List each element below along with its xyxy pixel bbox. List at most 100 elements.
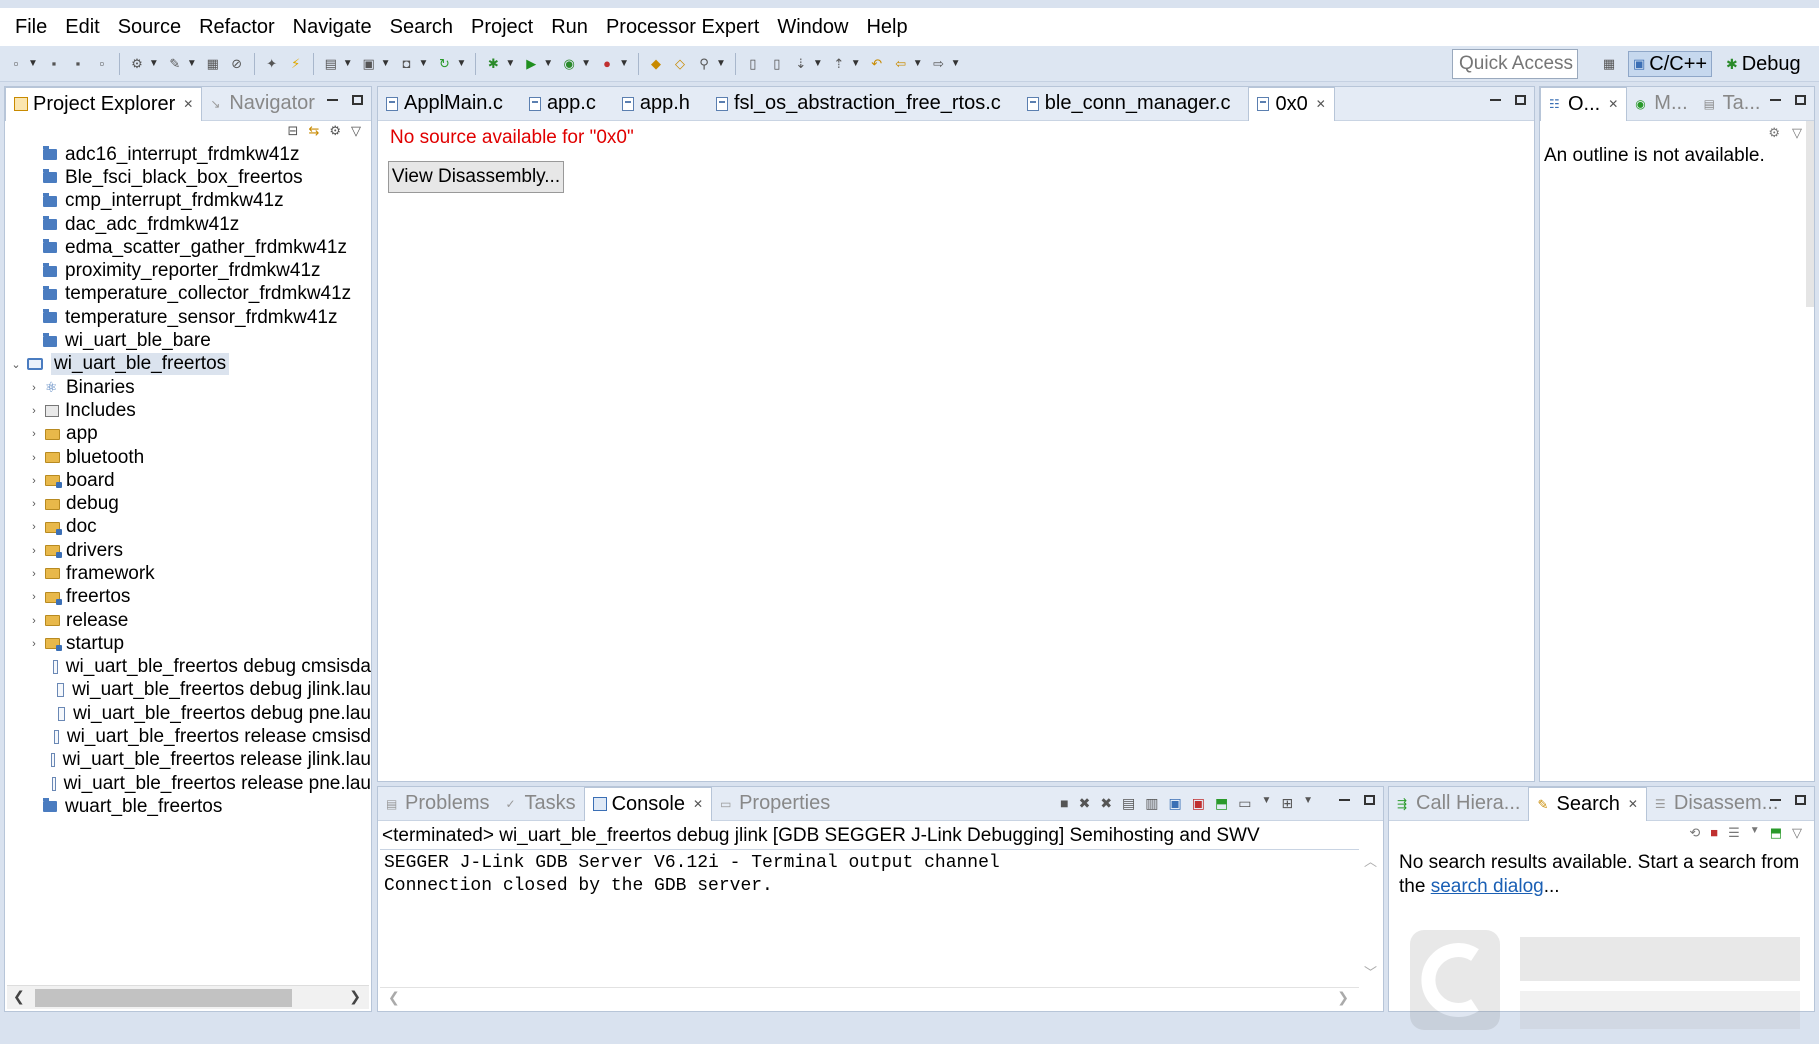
skip-breakpoints-icon[interactable]: ⊘ <box>228 55 246 73</box>
prev-annotation-dropdown-icon[interactable]: ▼ <box>851 58 861 69</box>
tab-make-targets[interactable]: ◉ M... <box>1627 87 1695 121</box>
tab-call-hierarchy[interactable]: ⇶ Call Hiera... <box>1389 787 1528 821</box>
minimize-icon[interactable] <box>327 99 338 102</box>
external-tools-dropdown-icon[interactable]: ▼ <box>619 58 629 69</box>
outline-vscroll[interactable] <box>1806 121 1814 307</box>
maximize-icon[interactable] <box>1795 795 1806 805</box>
search-dialog-link[interactable]: search dialog <box>1431 876 1544 897</box>
new-project-icon[interactable]: ▤ <box>322 55 340 73</box>
maximize-icon[interactable] <box>1515 95 1526 105</box>
refresh-icon[interactable]: ↻ <box>435 55 453 73</box>
tree-project[interactable]: temperature_sensor_frdmkw41z <box>5 306 371 329</box>
cancel-search-icon[interactable]: ■ <box>1710 825 1718 841</box>
tree-file[interactable]: wi_uart_ble_freertos release cmsisd <box>5 725 371 748</box>
chevron-right-icon[interactable]: › <box>27 382 41 394</box>
menu-search[interactable]: Search <box>381 16 462 39</box>
tab-console[interactable]: Console ✕ <box>583 786 713 821</box>
editor-tab-app-c[interactable]: app.c <box>521 87 604 121</box>
editor-tab-app-h[interactable]: app.h <box>614 87 698 121</box>
scroll-up-icon[interactable]: ︿ <box>1364 851 1377 870</box>
run-icon[interactable]: ▶ <box>522 55 540 73</box>
chevron-down-icon[interactable]: ⌄ <box>9 358 23 371</box>
chevron-right-icon[interactable]: › <box>27 475 41 487</box>
view-menu-icon[interactable]: ▽ <box>351 123 361 139</box>
open-type-icon[interactable]: ◆ <box>647 55 665 73</box>
print-icon[interactable]: ▫ <box>93 55 111 73</box>
menu-refactor[interactable]: Refactor <box>190 16 284 39</box>
menu-window[interactable]: Window <box>768 16 857 39</box>
chevron-right-icon[interactable]: › <box>27 615 41 627</box>
view-menu-icon[interactable]: ▽ <box>1792 125 1802 141</box>
tree-project[interactable]: dac_adc_frdmkw41z <box>5 213 371 236</box>
chevron-right-icon[interactable]: › <box>27 428 41 440</box>
tree-project[interactable]: cmp_interrupt_frdmkw41z <box>5 190 371 213</box>
console-hscroll[interactable]: ❮ ❯ <box>380 987 1359 1009</box>
scroll-thumb[interactable] <box>35 989 292 1007</box>
close-icon[interactable]: ✕ <box>183 97 193 111</box>
tree-folder[interactable]: › board <box>5 469 371 492</box>
minimize-icon[interactable] <box>1339 799 1350 802</box>
block-select-icon[interactable]: ▯ <box>768 55 786 73</box>
menu-edit[interactable]: Edit <box>56 16 108 39</box>
tree-project[interactable]: adc16_interrupt_frdmkw41z <box>5 143 371 166</box>
open-console-dropdown-icon[interactable]: ▼ <box>1303 795 1313 812</box>
collapse-all-icon[interactable]: ⊟ <box>288 123 299 139</box>
menu-file[interactable]: File <box>6 16 56 39</box>
next-annotation-icon[interactable]: ⇣ <box>792 55 810 73</box>
tree-project[interactable]: wi_uart_ble_bare <box>5 329 371 352</box>
debug-icon[interactable]: ✱ <box>484 55 502 73</box>
tree-folder[interactable]: › ⚛ Binaries <box>5 376 371 399</box>
view-disassembly-button[interactable]: View Disassembly... <box>388 161 564 193</box>
maximize-icon[interactable] <box>1795 95 1806 105</box>
tree-file[interactable]: wi_uart_ble_freertos debug cmsisda <box>5 656 371 679</box>
tree-folder[interactable]: › drivers <box>5 539 371 562</box>
chevron-right-icon[interactable]: › <box>27 498 41 510</box>
tree-project[interactable]: edma_scatter_gather_frdmkw41z <box>5 236 371 259</box>
new-class-icon[interactable]: ◘ <box>398 55 416 73</box>
display-console-icon[interactable]: ▭ <box>1238 795 1251 812</box>
scroll-right-icon[interactable]: ❯ <box>349 988 361 1005</box>
show-stdout-icon[interactable]: ▣ <box>1169 795 1182 812</box>
chevron-right-icon[interactable]: › <box>27 545 41 557</box>
tree-folder[interactable]: › freertos <box>5 586 371 609</box>
refresh-icon[interactable]: ⟲ <box>1689 825 1700 841</box>
maximize-icon[interactable] <box>352 95 363 105</box>
chevron-right-icon[interactable]: › <box>27 638 41 650</box>
previous-searches-dropdown-icon[interactable]: ▼ <box>1750 825 1760 841</box>
tab-problems[interactable]: ▤ Problems <box>378 787 497 821</box>
editor-tab-ble-conn-manager-c[interactable]: ble_conn_manager.c <box>1019 87 1239 121</box>
tree-folder[interactable]: › debug <box>5 492 371 515</box>
tree-folder[interactable]: › bluetooth <box>5 446 371 469</box>
tree-project[interactable]: Ble_fsci_black_box_freertos <box>5 166 371 189</box>
tree-folder[interactable]: › framework <box>5 562 371 585</box>
save-all-icon[interactable]: ▪ <box>69 55 87 73</box>
tree-file[interactable]: wi_uart_ble_freertos debug pne.lau <box>5 702 371 725</box>
tree-project[interactable]: temperature_collector_frdmkw41z <box>5 283 371 306</box>
filter-icon[interactable]: ⚙ <box>329 123 341 139</box>
tab-search[interactable]: ✎ Search ✕ <box>1528 786 1647 821</box>
maximize-icon[interactable] <box>1364 795 1375 805</box>
tree-folder[interactable]: › doc <box>5 516 371 539</box>
tree-folder[interactable]: › release <box>5 609 371 632</box>
forward-dropdown-icon[interactable]: ▼ <box>951 58 961 69</box>
editor-tab-applmain-c[interactable]: ApplMain.c <box>378 87 511 121</box>
link-editor-icon[interactable]: ⇆ <box>308 123 319 139</box>
external-tools-icon[interactable]: ● <box>598 55 616 73</box>
back-dropdown-icon[interactable]: ▼ <box>913 58 923 69</box>
binary-icon[interactable]: ▦ <box>204 55 222 73</box>
perspective-debug-button[interactable]: ✱ Debug <box>1722 51 1805 77</box>
tree-file[interactable]: wi_uart_ble_freertos debug jlink.lau <box>5 679 371 702</box>
debug-dropdown-icon[interactable]: ▼ <box>505 58 515 69</box>
view-menu-icon[interactable]: ▽ <box>1792 825 1802 841</box>
scroll-lock-icon[interactable]: ▥ <box>1145 795 1158 812</box>
hammer-icon[interactable]: ✎ <box>166 55 184 73</box>
chevron-right-icon[interactable]: › <box>27 452 41 464</box>
filter-icon[interactable]: ⚙ <box>1768 125 1780 141</box>
build-dropdown-icon[interactable]: ▼ <box>149 58 159 69</box>
tab-project-explorer[interactable]: Project Explorer ✕ <box>5 86 203 121</box>
menu-run[interactable]: Run <box>542 16 597 39</box>
perspective-cc-button[interactable]: ▣ C/C++ <box>1628 51 1713 77</box>
quick-access-input[interactable] <box>1452 49 1578 79</box>
back-icon[interactable]: ⇦ <box>892 55 910 73</box>
menu-project[interactable]: Project <box>462 16 542 39</box>
